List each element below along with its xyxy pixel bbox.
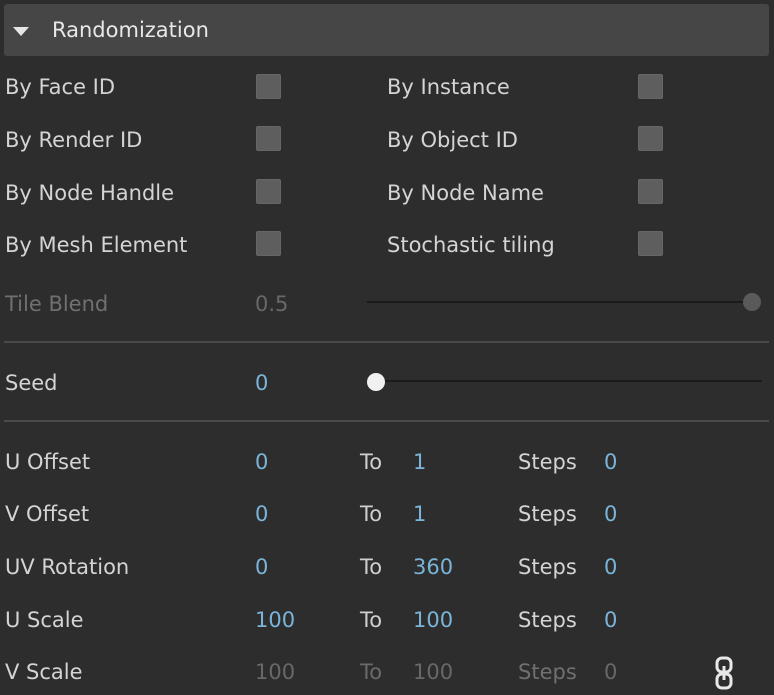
v-scale-to-value[interactable]: 100 xyxy=(413,660,453,684)
stochastic-tiling-label: Stochastic tiling xyxy=(387,233,555,257)
collapse-triangle-icon[interactable] xyxy=(13,27,29,36)
u-scale-label: U Scale xyxy=(5,608,84,632)
seed-value[interactable]: 0 xyxy=(255,371,268,395)
to-label: To xyxy=(360,608,383,632)
to-label: To xyxy=(360,660,383,684)
seed-slider-thumb[interactable] xyxy=(367,373,385,391)
v-scale-from-value[interactable]: 100 xyxy=(255,660,295,684)
uv-rotation-to-value[interactable]: 360 xyxy=(413,555,453,579)
uv-rotation-steps-value[interactable]: 0 xyxy=(604,555,617,579)
stochastic-tiling-checkbox[interactable] xyxy=(638,231,663,256)
v-offset-steps-value[interactable]: 0 xyxy=(604,502,617,526)
section-title: Randomization xyxy=(52,18,209,42)
u-scale-to-value[interactable]: 100 xyxy=(413,608,453,632)
v-offset-from-value[interactable]: 0 xyxy=(255,502,268,526)
by-instance-checkbox[interactable] xyxy=(638,74,663,99)
to-label: To xyxy=(360,450,383,474)
by-object-id-checkbox[interactable] xyxy=(638,126,663,151)
by-mesh-element-label: By Mesh Element xyxy=(5,233,188,257)
v-scale-steps-value[interactable]: 0 xyxy=(604,660,617,684)
by-node-name-checkbox[interactable] xyxy=(638,179,663,204)
by-object-id-label: By Object ID xyxy=(387,128,518,152)
chain-link-icon[interactable] xyxy=(714,656,734,690)
tile-blend-value[interactable]: 0.5 xyxy=(255,292,288,316)
tile-blend-slider-track[interactable] xyxy=(367,301,757,303)
by-mesh-element-checkbox[interactable] xyxy=(256,231,281,256)
tile-blend-label: Tile Blend xyxy=(5,292,109,316)
steps-label: Steps xyxy=(518,502,577,526)
v-offset-label: V Offset xyxy=(5,502,90,526)
section-header[interactable]: Randomization xyxy=(4,4,769,56)
u-offset-to-value[interactable]: 1 xyxy=(413,450,426,474)
steps-label: Steps xyxy=(518,555,577,579)
by-render-id-checkbox[interactable] xyxy=(256,126,281,151)
seed-label: Seed xyxy=(5,371,58,395)
by-render-id-label: By Render ID xyxy=(5,128,143,152)
v-offset-to-value[interactable]: 1 xyxy=(413,502,426,526)
by-node-handle-label: By Node Handle xyxy=(5,181,175,205)
steps-label: Steps xyxy=(518,660,577,684)
to-label: To xyxy=(360,502,383,526)
steps-label: Steps xyxy=(518,608,577,632)
uv-rotation-from-value[interactable]: 0 xyxy=(255,555,268,579)
u-scale-from-value[interactable]: 100 xyxy=(255,608,295,632)
to-label: To xyxy=(360,555,383,579)
by-instance-label: By Instance xyxy=(387,75,510,99)
divider xyxy=(4,420,769,422)
by-face-id-checkbox[interactable] xyxy=(256,74,281,99)
u-offset-steps-value[interactable]: 0 xyxy=(604,450,617,474)
by-node-name-label: By Node Name xyxy=(387,181,544,205)
u-offset-from-value[interactable]: 0 xyxy=(255,450,268,474)
seed-slider-track[interactable] xyxy=(376,380,762,382)
tile-blend-slider-thumb[interactable] xyxy=(743,293,761,311)
steps-label: Steps xyxy=(518,450,577,474)
divider xyxy=(4,341,769,343)
uv-rotation-label: UV Rotation xyxy=(5,555,130,579)
u-scale-steps-value[interactable]: 0 xyxy=(604,608,617,632)
by-face-id-label: By Face ID xyxy=(5,75,116,99)
u-offset-label: U Offset xyxy=(5,450,91,474)
by-node-handle-checkbox[interactable] xyxy=(256,179,281,204)
randomization-panel: Randomization By Face ID By Instance By … xyxy=(0,0,774,695)
v-scale-label: V Scale xyxy=(5,660,83,684)
